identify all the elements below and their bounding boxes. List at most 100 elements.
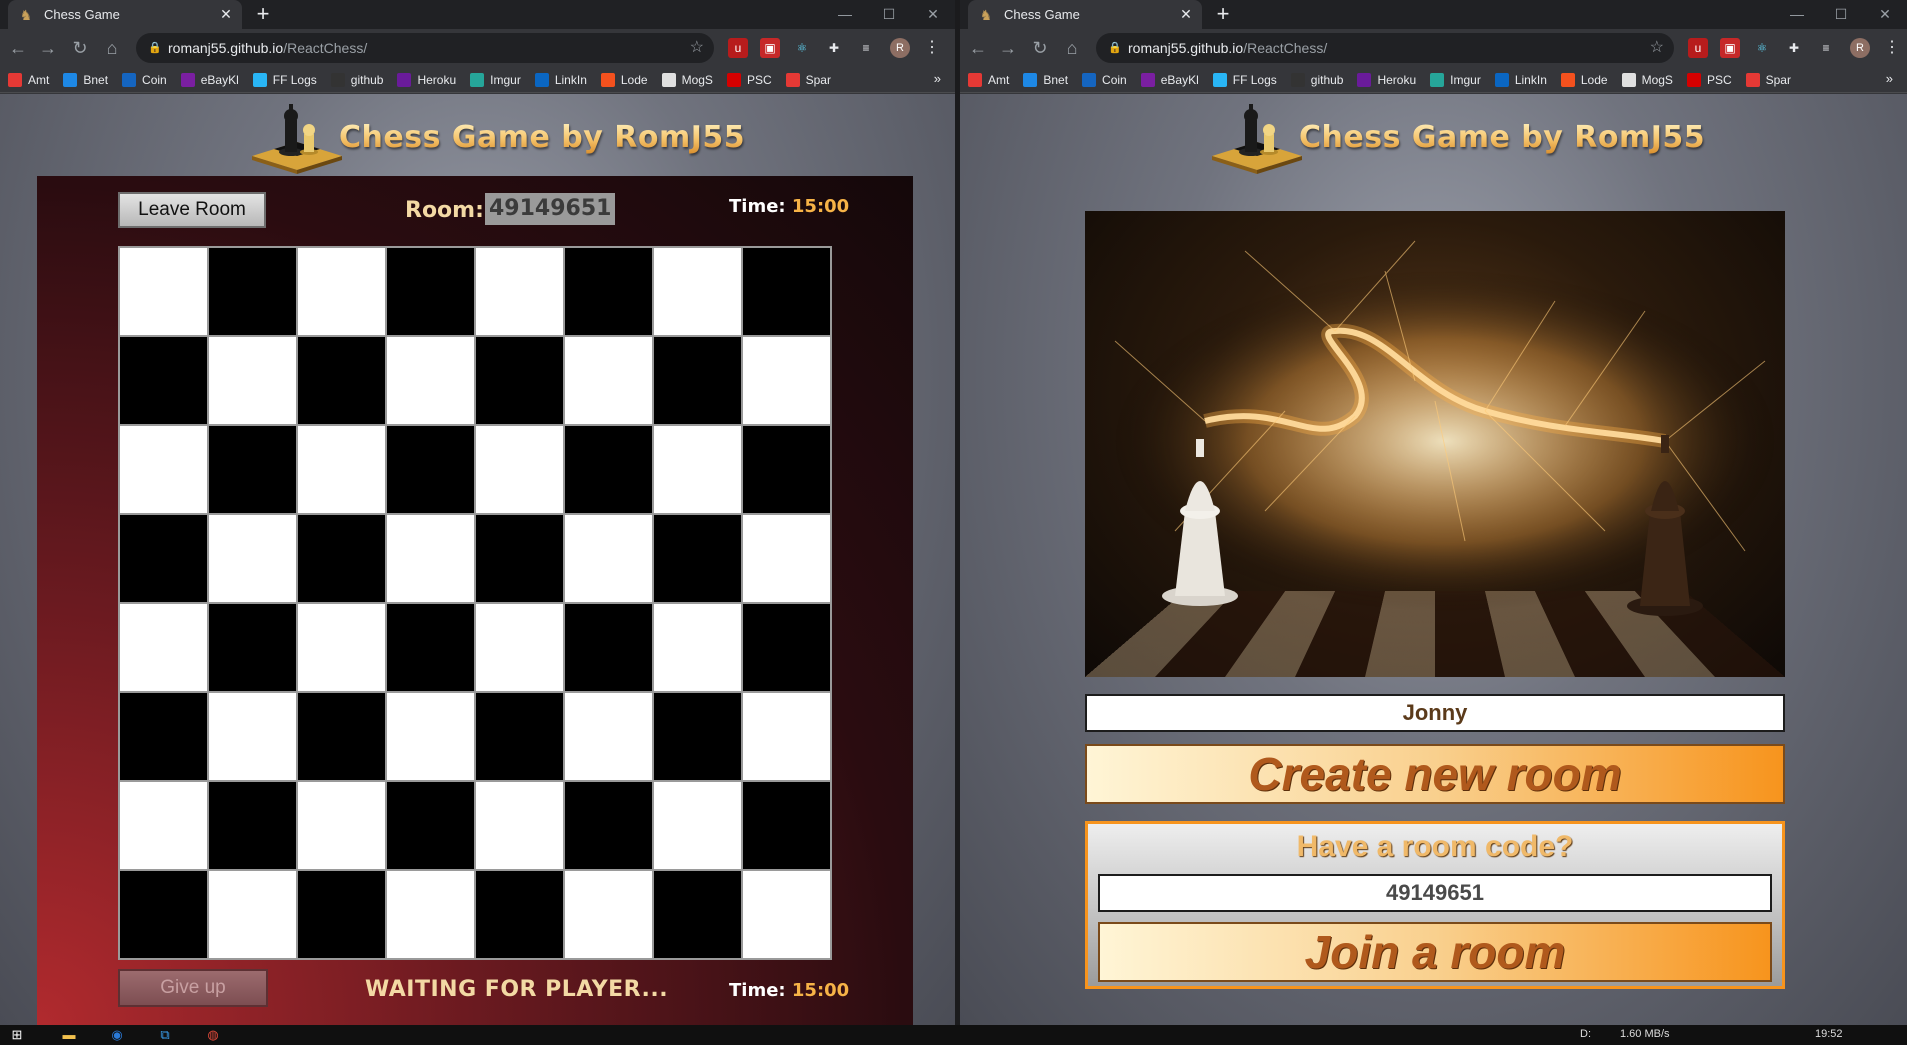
board-square[interactable] (565, 693, 652, 780)
file-explorer-icon[interactable]: ▬ (60, 1027, 78, 1043)
home-icon[interactable]: ⌂ (100, 36, 124, 60)
back-icon[interactable]: ← (966, 36, 990, 60)
board-square[interactable] (209, 426, 296, 513)
board-square[interactable] (387, 337, 474, 424)
react-devtools-icon[interactable]: ⚛ (792, 38, 812, 58)
browser-edge-icon[interactable]: ◉ (108, 1027, 126, 1043)
ublock-icon[interactable]: u (728, 38, 748, 58)
board-square[interactable] (387, 871, 474, 958)
close-tab-icon[interactable]: ✕ (1178, 6, 1194, 22)
tab-chess-game[interactable]: ♞ Chess Game ✕ (8, 0, 242, 29)
board-square[interactable] (654, 782, 741, 869)
board-square[interactable] (120, 337, 207, 424)
board-square[interactable] (209, 871, 296, 958)
browser-menu-icon[interactable]: ⋮ (1884, 36, 1900, 60)
extension-red-icon[interactable]: ▣ (1720, 38, 1740, 58)
react-devtools-icon[interactable]: ⚛ (1752, 38, 1772, 58)
create-room-button[interactable]: Create new room (1085, 744, 1785, 804)
board-square[interactable] (120, 782, 207, 869)
bookmark-ebaykl[interactable]: eBayKl (1140, 72, 1199, 87)
board-square[interactable] (209, 693, 296, 780)
bookmark-heroku[interactable]: Heroku (1357, 72, 1416, 87)
bookmark-bnet[interactable]: Bnet (1023, 72, 1068, 87)
board-square[interactable] (209, 604, 296, 691)
board-square[interactable] (387, 426, 474, 513)
bookmarks-overflow-icon[interactable]: » (1886, 71, 1893, 86)
bookmark-spar[interactable]: Spar (1745, 72, 1791, 87)
bookmark-amt[interactable]: Amt (968, 72, 1009, 87)
board-square[interactable] (565, 515, 652, 602)
board-square[interactable] (209, 782, 296, 869)
bookmark-bnet[interactable]: Bnet (63, 72, 108, 87)
maximize-icon[interactable]: ☐ (867, 0, 911, 29)
back-icon[interactable]: ← (6, 36, 30, 60)
player-name-input[interactable]: Jonny (1085, 694, 1785, 732)
extension-red-icon[interactable]: ▣ (760, 38, 780, 58)
board-square[interactable] (476, 604, 563, 691)
new-tab-button[interactable]: + (1210, 2, 1236, 26)
board-square[interactable] (120, 248, 207, 335)
board-square[interactable] (298, 693, 385, 780)
maximize-icon[interactable]: ☐ (1819, 0, 1863, 29)
close-window-icon[interactable]: ✕ (1863, 0, 1907, 29)
bookmark-imgur[interactable]: Imgur (1430, 72, 1481, 87)
board-square[interactable] (298, 248, 385, 335)
bookmark-ff-logs[interactable]: FF Logs (252, 72, 317, 87)
board-square[interactable] (298, 604, 385, 691)
room-code[interactable]: 49149651 (485, 193, 616, 225)
board-square[interactable] (476, 515, 563, 602)
board-square[interactable] (743, 515, 830, 602)
board-square[interactable] (743, 337, 830, 424)
board-square[interactable] (120, 515, 207, 602)
join-room-button[interactable]: Join a room (1098, 922, 1772, 982)
extensions-puzzle-icon[interactable]: ✚ (1784, 38, 1804, 58)
bookmark-github[interactable]: github (330, 72, 383, 87)
board-square[interactable] (298, 515, 385, 602)
board-square[interactable] (120, 604, 207, 691)
bookmark-lode[interactable]: Lode (1560, 72, 1608, 87)
board-square[interactable] (120, 426, 207, 513)
forward-icon[interactable]: → (996, 36, 1020, 60)
bookmark-amt[interactable]: Amt (8, 72, 49, 87)
vscode-icon[interactable]: ⧉ (156, 1027, 174, 1043)
reading-list-icon[interactable]: ≡ (1816, 38, 1836, 58)
bookmark-heroku[interactable]: Heroku (397, 72, 456, 87)
new-tab-button[interactable]: + (250, 2, 276, 26)
board-square[interactable] (565, 871, 652, 958)
address-bar[interactable]: 🔒 romanj55.github.io/ReactChess/ ☆ (1096, 33, 1674, 63)
windows-start-icon[interactable]: ⊞ (8, 1027, 26, 1043)
bookmark-coin[interactable]: Coin (1082, 72, 1127, 87)
bookmark-star-icon[interactable]: ☆ (1650, 33, 1664, 63)
board-square[interactable] (476, 693, 563, 780)
bookmark-coin[interactable]: Coin (122, 72, 167, 87)
bookmarks-overflow-icon[interactable]: » (934, 71, 941, 86)
system-clock[interactable]: 19:52 (1815, 1028, 1843, 1040)
board-square[interactable] (209, 515, 296, 602)
board-square[interactable] (298, 871, 385, 958)
board-square[interactable] (654, 604, 741, 691)
board-square[interactable] (743, 604, 830, 691)
board-square[interactable] (476, 871, 563, 958)
close-tab-icon[interactable]: ✕ (218, 6, 234, 22)
bookmark-github[interactable]: github (1290, 72, 1343, 87)
profile-avatar[interactable]: R (890, 38, 910, 58)
bookmark-mogs[interactable]: MogS (661, 72, 713, 87)
bookmark-psc[interactable]: PSC (1686, 72, 1732, 87)
board-square[interactable] (298, 337, 385, 424)
board-square[interactable] (743, 871, 830, 958)
minimize-icon[interactable]: — (1775, 0, 1819, 29)
chrome-icon[interactable]: ◍ (204, 1027, 222, 1043)
board-square[interactable] (298, 426, 385, 513)
bookmark-ebaykl[interactable]: eBayKl (180, 72, 239, 87)
board-square[interactable] (120, 693, 207, 780)
home-icon[interactable]: ⌂ (1060, 36, 1084, 60)
close-window-icon[interactable]: ✕ (911, 0, 955, 29)
profile-avatar[interactable]: R (1850, 38, 1870, 58)
board-square[interactable] (387, 693, 474, 780)
reload-icon[interactable]: ↻ (1028, 36, 1052, 60)
leave-room-button[interactable]: Leave Room (118, 192, 266, 228)
board-square[interactable] (387, 248, 474, 335)
bookmark-psc[interactable]: PSC (726, 72, 772, 87)
bookmark-mogs[interactable]: MogS (1621, 72, 1673, 87)
board-square[interactable] (298, 782, 385, 869)
